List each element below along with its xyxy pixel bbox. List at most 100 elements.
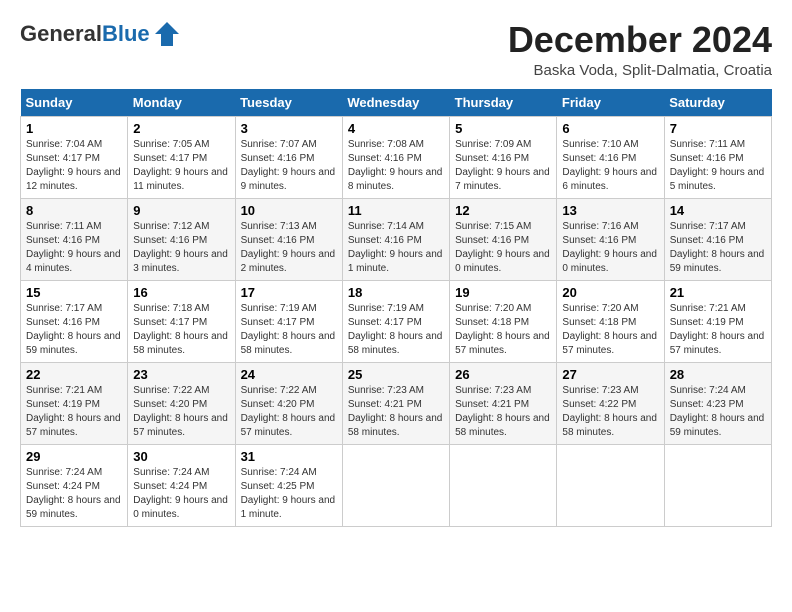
calendar-cell: 29 Sunrise: 7:24 AM Sunset: 4:24 PM Dayl… <box>21 444 128 526</box>
day-header-tuesday: Tuesday <box>235 89 342 117</box>
calendar-cell <box>557 444 664 526</box>
day-number: 5 <box>455 121 551 136</box>
day-number: 26 <box>455 367 551 382</box>
day-info: Sunrise: 7:24 AM Sunset: 4:23 PM Dayligh… <box>670 384 766 440</box>
day-number: 17 <box>241 285 337 300</box>
day-number: 28 <box>670 367 766 382</box>
calendar-cell: 13 Sunrise: 7:16 AM Sunset: 4:16 PM Dayl… <box>557 198 664 280</box>
day-number: 27 <box>562 367 658 382</box>
day-info: Sunrise: 7:23 AM Sunset: 4:21 PM Dayligh… <box>348 384 444 440</box>
calendar-cell <box>450 444 557 526</box>
day-info: Sunrise: 7:10 AM Sunset: 4:16 PM Dayligh… <box>562 138 658 194</box>
day-info: Sunrise: 7:13 AM Sunset: 4:16 PM Dayligh… <box>241 220 337 276</box>
day-info: Sunrise: 7:08 AM Sunset: 4:16 PM Dayligh… <box>348 138 444 194</box>
day-number: 19 <box>455 285 551 300</box>
calendar-cell: 1 Sunrise: 7:04 AM Sunset: 4:17 PM Dayli… <box>21 116 128 198</box>
day-info: Sunrise: 7:09 AM Sunset: 4:16 PM Dayligh… <box>455 138 551 194</box>
month-title: December 2024 <box>508 20 772 60</box>
day-header-friday: Friday <box>557 89 664 117</box>
day-number: 8 <box>26 203 122 218</box>
calendar-week-2: 8 Sunrise: 7:11 AM Sunset: 4:16 PM Dayli… <box>21 198 772 280</box>
logo-blue-text: Blue <box>102 21 150 46</box>
day-info: Sunrise: 7:12 AM Sunset: 4:16 PM Dayligh… <box>133 220 229 276</box>
day-number: 24 <box>241 367 337 382</box>
calendar-cell: 21 Sunrise: 7:21 AM Sunset: 4:19 PM Dayl… <box>664 280 771 362</box>
day-number: 4 <box>348 121 444 136</box>
calendar-cell: 3 Sunrise: 7:07 AM Sunset: 4:16 PM Dayli… <box>235 116 342 198</box>
logo: GeneralBlue <box>20 20 181 48</box>
day-number: 14 <box>670 203 766 218</box>
calendar-cell: 15 Sunrise: 7:17 AM Sunset: 4:16 PM Dayl… <box>21 280 128 362</box>
calendar-cell: 7 Sunrise: 7:11 AM Sunset: 4:16 PM Dayli… <box>664 116 771 198</box>
day-number: 23 <box>133 367 229 382</box>
calendar-week-4: 22 Sunrise: 7:21 AM Sunset: 4:19 PM Dayl… <box>21 362 772 444</box>
day-info: Sunrise: 7:23 AM Sunset: 4:22 PM Dayligh… <box>562 384 658 440</box>
calendar-cell: 20 Sunrise: 7:20 AM Sunset: 4:18 PM Dayl… <box>557 280 664 362</box>
day-info: Sunrise: 7:05 AM Sunset: 4:17 PM Dayligh… <box>133 138 229 194</box>
page-header: GeneralBlue December 2024 Baska Voda, Sp… <box>20 20 772 79</box>
day-info: Sunrise: 7:24 AM Sunset: 4:24 PM Dayligh… <box>26 466 122 522</box>
day-header-sunday: Sunday <box>21 89 128 117</box>
day-number: 29 <box>26 449 122 464</box>
day-number: 21 <box>670 285 766 300</box>
calendar-cell: 9 Sunrise: 7:12 AM Sunset: 4:16 PM Dayli… <box>128 198 235 280</box>
calendar-cell: 16 Sunrise: 7:18 AM Sunset: 4:17 PM Dayl… <box>128 280 235 362</box>
day-info: Sunrise: 7:16 AM Sunset: 4:16 PM Dayligh… <box>562 220 658 276</box>
day-info: Sunrise: 7:19 AM Sunset: 4:17 PM Dayligh… <box>241 302 337 358</box>
calendar-cell: 8 Sunrise: 7:11 AM Sunset: 4:16 PM Dayli… <box>21 198 128 280</box>
day-number: 30 <box>133 449 229 464</box>
day-number: 12 <box>455 203 551 218</box>
day-number: 22 <box>26 367 122 382</box>
calendar-cell: 2 Sunrise: 7:05 AM Sunset: 4:17 PM Dayli… <box>128 116 235 198</box>
calendar-cell: 24 Sunrise: 7:22 AM Sunset: 4:20 PM Dayl… <box>235 362 342 444</box>
calendar-week-3: 15 Sunrise: 7:17 AM Sunset: 4:16 PM Dayl… <box>21 280 772 362</box>
day-number: 25 <box>348 367 444 382</box>
calendar-cell: 30 Sunrise: 7:24 AM Sunset: 4:24 PM Dayl… <box>128 444 235 526</box>
calendar-cell: 14 Sunrise: 7:17 AM Sunset: 4:16 PM Dayl… <box>664 198 771 280</box>
day-number: 9 <box>133 203 229 218</box>
day-number: 11 <box>348 203 444 218</box>
day-info: Sunrise: 7:11 AM Sunset: 4:16 PM Dayligh… <box>670 138 766 194</box>
calendar-cell: 12 Sunrise: 7:15 AM Sunset: 4:16 PM Dayl… <box>450 198 557 280</box>
day-info: Sunrise: 7:24 AM Sunset: 4:24 PM Dayligh… <box>133 466 229 522</box>
day-info: Sunrise: 7:17 AM Sunset: 4:16 PM Dayligh… <box>670 220 766 276</box>
logo-general-text: General <box>20 21 102 46</box>
day-number: 1 <box>26 121 122 136</box>
day-info: Sunrise: 7:21 AM Sunset: 4:19 PM Dayligh… <box>26 384 122 440</box>
calendar-cell: 27 Sunrise: 7:23 AM Sunset: 4:22 PM Dayl… <box>557 362 664 444</box>
day-number: 13 <box>562 203 658 218</box>
day-number: 31 <box>241 449 337 464</box>
day-info: Sunrise: 7:18 AM Sunset: 4:17 PM Dayligh… <box>133 302 229 358</box>
calendar-cell: 5 Sunrise: 7:09 AM Sunset: 4:16 PM Dayli… <box>450 116 557 198</box>
day-info: Sunrise: 7:11 AM Sunset: 4:16 PM Dayligh… <box>26 220 122 276</box>
day-number: 16 <box>133 285 229 300</box>
day-number: 15 <box>26 285 122 300</box>
day-number: 3 <box>241 121 337 136</box>
calendar-cell: 31 Sunrise: 7:24 AM Sunset: 4:25 PM Dayl… <box>235 444 342 526</box>
day-info: Sunrise: 7:20 AM Sunset: 4:18 PM Dayligh… <box>455 302 551 358</box>
day-info: Sunrise: 7:20 AM Sunset: 4:18 PM Dayligh… <box>562 302 658 358</box>
calendar-week-1: 1 Sunrise: 7:04 AM Sunset: 4:17 PM Dayli… <box>21 116 772 198</box>
day-info: Sunrise: 7:21 AM Sunset: 4:19 PM Dayligh… <box>670 302 766 358</box>
title-area: December 2024 Baska Voda, Split-Dalmatia… <box>508 20 772 79</box>
day-info: Sunrise: 7:24 AM Sunset: 4:25 PM Dayligh… <box>241 466 337 522</box>
logo-icon <box>153 20 181 48</box>
calendar-cell: 25 Sunrise: 7:23 AM Sunset: 4:21 PM Dayl… <box>342 362 449 444</box>
location: Baska Voda, Split-Dalmatia, Croatia <box>508 62 772 79</box>
calendar-cell: 23 Sunrise: 7:22 AM Sunset: 4:20 PM Dayl… <box>128 362 235 444</box>
day-number: 7 <box>670 121 766 136</box>
day-info: Sunrise: 7:23 AM Sunset: 4:21 PM Dayligh… <box>455 384 551 440</box>
calendar-cell <box>664 444 771 526</box>
calendar-cell: 4 Sunrise: 7:08 AM Sunset: 4:16 PM Dayli… <box>342 116 449 198</box>
day-info: Sunrise: 7:15 AM Sunset: 4:16 PM Dayligh… <box>455 220 551 276</box>
day-header-saturday: Saturday <box>664 89 771 117</box>
calendar-cell: 17 Sunrise: 7:19 AM Sunset: 4:17 PM Dayl… <box>235 280 342 362</box>
calendar-cell: 11 Sunrise: 7:14 AM Sunset: 4:16 PM Dayl… <box>342 198 449 280</box>
calendar-week-5: 29 Sunrise: 7:24 AM Sunset: 4:24 PM Dayl… <box>21 444 772 526</box>
day-info: Sunrise: 7:22 AM Sunset: 4:20 PM Dayligh… <box>133 384 229 440</box>
calendar-cell: 19 Sunrise: 7:20 AM Sunset: 4:18 PM Dayl… <box>450 280 557 362</box>
calendar-table: SundayMondayTuesdayWednesdayThursdayFrid… <box>20 89 772 527</box>
calendar-cell: 22 Sunrise: 7:21 AM Sunset: 4:19 PM Dayl… <box>21 362 128 444</box>
day-number: 18 <box>348 285 444 300</box>
day-header-thursday: Thursday <box>450 89 557 117</box>
